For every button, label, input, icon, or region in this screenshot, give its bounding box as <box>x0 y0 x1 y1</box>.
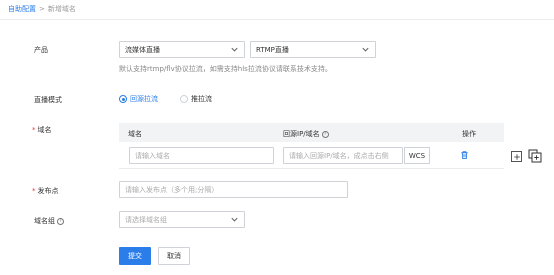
product-hint: 默认支持rtmp/flv协议拉流，如需支持hls拉流协议请联系技术支持。 <box>119 65 332 73</box>
breadcrumb-separator: > <box>39 5 45 13</box>
domain-input[interactable]: 请输入域名 <box>129 147 274 164</box>
radio-label: 推拉流 <box>191 95 212 103</box>
required-asterisk: * <box>32 126 36 134</box>
column-action: 操作 <box>462 130 476 138</box>
breadcrumb-parent-link[interactable]: 自助配置 <box>8 4 36 14</box>
wcs-button[interactable]: WCS <box>404 147 430 164</box>
radio-unchecked-icon <box>180 95 188 103</box>
chevron-down-icon <box>231 217 238 222</box>
breadcrumb: 自助配置 > 新增域名 <box>8 3 76 15</box>
mode-label: 直播模式 <box>34 96 62 104</box>
radio-label: 回源拉流 <box>130 95 158 103</box>
submit-button[interactable]: 提交 <box>119 247 151 265</box>
breadcrumb-divider <box>0 19 554 20</box>
help-icon[interactable]: ? <box>321 130 329 138</box>
domain-group-placeholder: 请选择域名组 <box>125 215 167 224</box>
product-type-value: 流媒体直播 <box>125 45 160 54</box>
group-label: 域名组 ? <box>34 216 64 226</box>
copy-row-button[interactable] <box>528 149 542 163</box>
product-subtype-value: RTMP直播 <box>256 45 289 54</box>
copy-icon <box>528 149 542 163</box>
column-origin: 回源IP/域名 ? <box>283 129 329 139</box>
required-asterisk: * <box>32 187 36 195</box>
trash-icon[interactable] <box>460 150 469 160</box>
domain-label: * 域名 <box>32 126 52 134</box>
origin-input[interactable]: 请输入回源IP/域名，成点击右侧 <box>283 147 403 164</box>
chevron-down-icon <box>362 47 369 52</box>
product-type-select[interactable]: 流媒体直播 <box>119 41 245 58</box>
radio-push-pull[interactable]: 推拉流 <box>180 94 212 104</box>
radio-pull-origin[interactable]: 回源拉流 <box>119 94 158 104</box>
product-label: 产品 <box>34 46 48 54</box>
radio-checked-icon <box>119 95 127 103</box>
publish-label: * 发布点 <box>32 187 59 195</box>
cancel-button[interactable]: 取消 <box>158 247 190 265</box>
publish-point-input[interactable]: 请输入发布点（多个用;分隔） <box>119 181 348 198</box>
add-row-button[interactable] <box>511 151 522 162</box>
domain-group-select[interactable]: 请选择域名组 <box>119 211 245 228</box>
breadcrumb-current: 新增域名 <box>47 5 76 13</box>
product-subtype-select[interactable]: RTMP直播 <box>250 41 376 58</box>
column-domain: 域名 <box>128 130 142 138</box>
chevron-down-icon <box>231 47 238 52</box>
plus-icon <box>513 153 520 160</box>
help-icon[interactable]: ? <box>57 217 64 225</box>
